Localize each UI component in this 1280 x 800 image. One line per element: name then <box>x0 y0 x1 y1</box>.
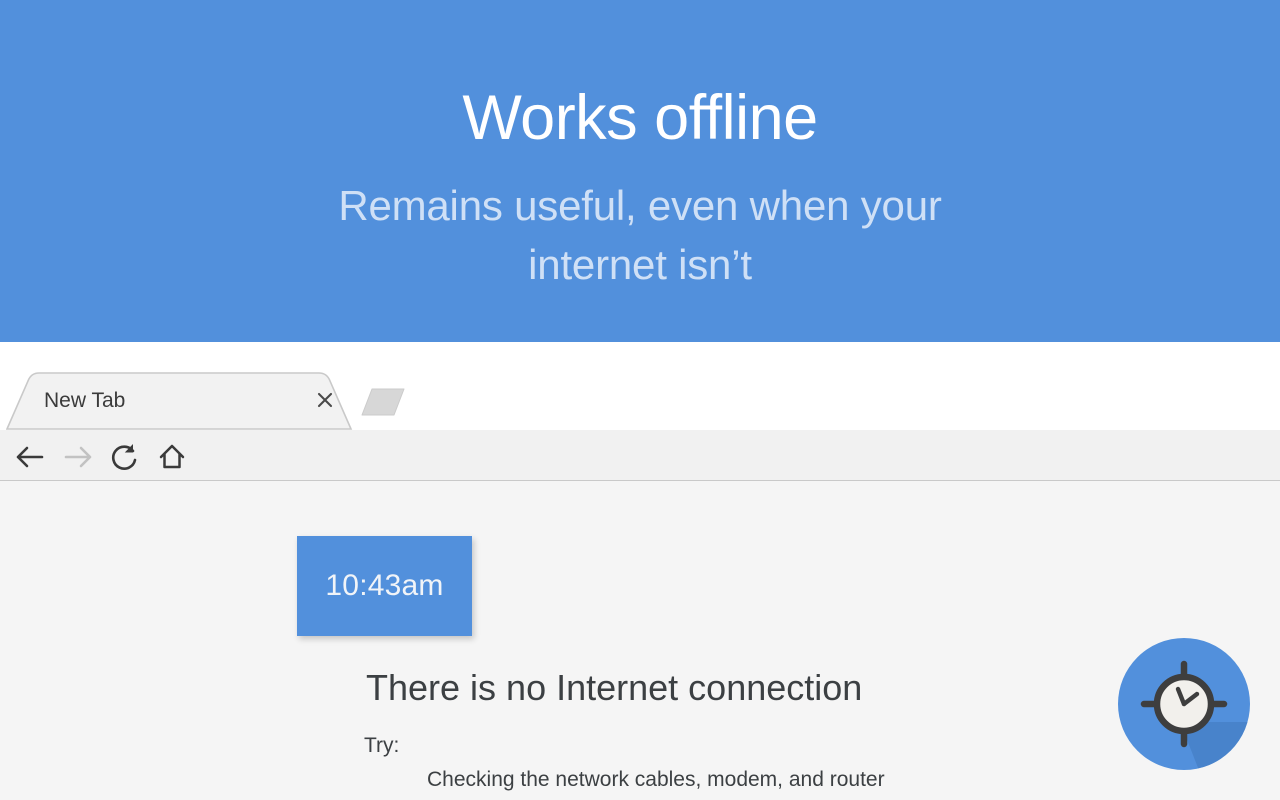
browser-window: New Tab 10:43am There is no Internet con… <box>0 342 1280 800</box>
home-icon[interactable] <box>154 440 190 474</box>
time-badge-label: 10:43am <box>325 569 444 602</box>
forward-arrow-icon <box>60 440 96 474</box>
error-suggestion: Checking the network cables, modem, and … <box>427 768 885 791</box>
time-badge: 10:43am <box>297 536 472 636</box>
new-tab-icon[interactable] <box>352 385 410 417</box>
hero-subtitle: Remains useful, even when your internet … <box>338 182 942 288</box>
page-viewport: 10:43am There is no Internet connection … <box>0 481 1280 800</box>
tab-title: New Tab <box>44 389 126 412</box>
screenshot-root: Works offline Remains useful, even when … <box>0 0 1280 800</box>
reload-icon[interactable] <box>106 440 142 474</box>
target-clock-icon[interactable] <box>1118 638 1250 770</box>
error-heading: There is no Internet connection <box>366 667 863 708</box>
back-arrow-icon[interactable] <box>12 440 48 474</box>
tab-strip: New Tab <box>0 371 1280 430</box>
tab-new-tab[interactable]: New Tab <box>6 371 354 430</box>
browser-toolbar <box>0 430 1280 561</box>
hero-title: Works offline <box>462 83 818 153</box>
error-try-label: Try: <box>364 734 400 757</box>
close-icon[interactable] <box>312 387 338 413</box>
hero-banner: Works offline Remains useful, even when … <box>0 0 1280 342</box>
